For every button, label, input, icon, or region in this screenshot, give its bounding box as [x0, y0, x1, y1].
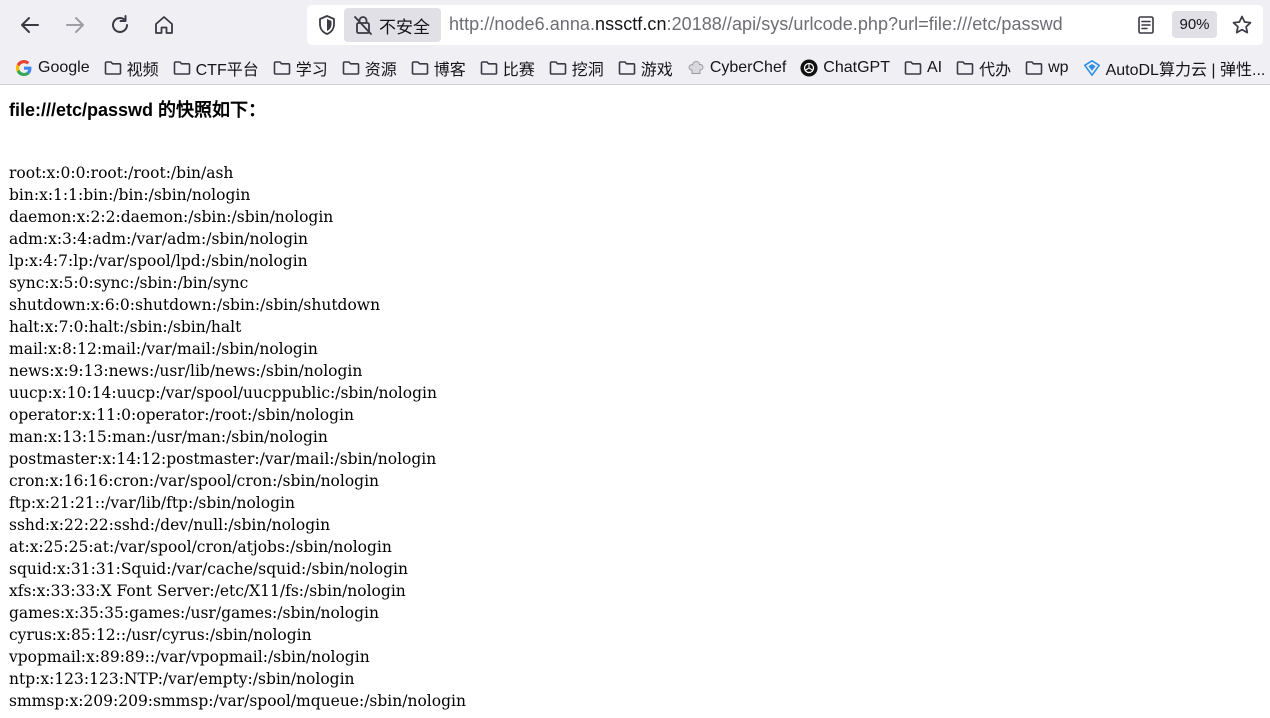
passwd-line: sync:x:5:0:sync:/sbin:/bin/sync [9, 274, 249, 292]
bookmark-label: 挖洞 [571, 61, 604, 79]
insecure-label: 不安全 [379, 17, 430, 37]
address-bar[interactable]: 不安全 http://node6.anna.nssctf.cn:20188//a… [307, 5, 1263, 45]
passwd-line: sshd:x:22:22:sshd:/dev/null:/sbin/nologi… [9, 516, 331, 534]
bookmark-item[interactable]: CyberChef [687, 55, 786, 81]
folder-icon [273, 59, 291, 77]
bookmark-item[interactable]: 资源 [342, 55, 397, 81]
folder-icon [104, 59, 122, 77]
folder-icon [904, 59, 922, 77]
connection-insecure-badge[interactable]: 不安全 [344, 8, 441, 42]
bookmark-label: 博客 [433, 61, 466, 79]
folder-icon [480, 59, 498, 77]
home-button[interactable] [146, 7, 182, 43]
folder-icon [956, 59, 974, 77]
bookmark-item[interactable]: AI [904, 55, 942, 81]
bookmark-label: Google [38, 58, 90, 76]
url-prefix: http://node6.anna. [449, 14, 596, 34]
url-host: nssctf.cn [595, 14, 667, 34]
folder-icon [549, 59, 567, 77]
insecure-lock-icon [354, 16, 372, 35]
bookmark-item[interactable]: Google [15, 55, 90, 81]
passwd-line: halt:x:7:0:halt:/sbin:/sbin/halt [9, 318, 242, 336]
passwd-line: cron:x:16:16:cron:/var/spool/cron:/sbin/… [9, 472, 380, 490]
passwd-line: man:x:13:15:man:/usr/man:/sbin/nologin [9, 428, 328, 446]
folder-icon [618, 59, 636, 77]
bookmark-item[interactable]: 学习 [273, 55, 328, 81]
reader-view-button[interactable] [1134, 13, 1158, 37]
bookmark-item[interactable]: CTF平台 [173, 55, 259, 81]
folder-icon [1025, 59, 1043, 77]
passwd-line: news:x:9:13:news:/usr/lib/news:/sbin/nol… [9, 362, 363, 380]
arrow-right-icon [66, 17, 84, 33]
passwd-line: daemon:x:2:2:daemon:/sbin:/sbin/nologin [9, 208, 334, 226]
url-text[interactable]: http://node6.anna.nssctf.cn:20188//api/s… [449, 14, 1063, 35]
bookmark-label: 比赛 [502, 61, 535, 79]
back-button[interactable] [12, 7, 48, 43]
page-content: file:///etc/passwd 的快照如下： root:x:0:0:roo… [0, 86, 1270, 718]
autodl-icon [1083, 59, 1101, 77]
folder-icon [342, 59, 360, 77]
home-icon [155, 16, 173, 34]
bookmark-item[interactable]: 博客 [411, 55, 466, 81]
passwd-line: ftp:x:21:21::/var/lib/ftp:/sbin/nologin [9, 494, 295, 512]
bookmark-item[interactable]: AutoDL算力云 | 弹性... [1083, 55, 1266, 81]
passwd-line: operator:x:11:0:operator:/root:/sbin/nol… [9, 406, 355, 424]
bookmarks-toolbar: Google 视频 CTF平台 学习 资源 博客 比赛 挖洞 游戏 CyberChef ChatGP… [0, 51, 1270, 85]
bookmark-item[interactable]: ChatGPT [800, 55, 890, 81]
passwd-line: squid:x:31:31:Squid:/var/cache/squid:/sb… [9, 560, 408, 578]
bookmark-item[interactable]: 代办 [956, 55, 1011, 81]
browser-toolbar: 不安全 http://node6.anna.nssctf.cn:20188//a… [0, 0, 1270, 51]
bookmark-label: 游戏 [640, 61, 673, 79]
passwd-listing: root:x:0:0:root:/root:/bin/ash bin:x:1:1:… [9, 162, 466, 712]
bookmark-label: AI [926, 58, 943, 76]
bookmark-label: 资源 [364, 61, 397, 79]
bookmark-item[interactable]: 视频 [104, 55, 159, 81]
zoom-level-button[interactable]: 90% [1172, 11, 1217, 38]
tracking-protection-button[interactable] [315, 13, 339, 37]
passwd-line: shutdown:x:6:0:shutdown:/sbin:/sbin/shut… [9, 296, 381, 314]
bookmark-label: AutoDL算力云 | 弹性... [1105, 61, 1266, 79]
passwd-line: adm:x:3:4:adm:/var/adm:/sbin/nologin [9, 230, 308, 248]
passwd-line: at:x:25:25:at:/var/spool/cron/atjobs:/sb… [9, 538, 392, 556]
bookmark-label: 代办 [979, 61, 1012, 79]
bookmark-item[interactable]: 挖洞 [549, 55, 604, 81]
passwd-line: uucp:x:10:14:uucp:/var/spool/uucppublic:… [9, 384, 437, 402]
bookmark-label: wp [1048, 58, 1069, 76]
bookmark-item[interactable]: 比赛 [480, 55, 535, 81]
folder-icon [173, 59, 191, 77]
bookmark-label: 视频 [126, 61, 159, 79]
passwd-line: postmaster:x:14:12:postmaster:/var/mail:… [9, 450, 437, 468]
bookmark-item[interactable]: 游戏 [618, 55, 673, 81]
bookmark-label: 学习 [295, 61, 328, 79]
passwd-line: mail:x:8:12:mail:/var/mail:/sbin/nologin [9, 340, 318, 358]
bookmark-label: CTF平台 [195, 61, 259, 79]
passwd-line: root:x:0:0:root:/root:/bin/ash [9, 164, 234, 182]
passwd-line: smmsp:x:209:209:smmsp:/var/spool/mqueue:… [9, 692, 466, 710]
bookmark-star-button[interactable] [1229, 12, 1255, 38]
bookmark-item[interactable]: wp [1025, 55, 1069, 81]
arrow-left-icon [21, 17, 39, 33]
google-icon [15, 59, 33, 77]
passwd-line: ntp:x:123:123:NTP:/var/empty:/sbin/nolog… [9, 670, 355, 688]
openai-icon [800, 58, 818, 77]
reader-view-icon [1138, 16, 1154, 34]
folder-icon [411, 59, 429, 77]
passwd-line: bin:x:1:1:bin:/bin:/sbin/nologin [9, 186, 251, 204]
shield-icon [319, 15, 335, 35]
passwd-line: xfs:x:33:33:X Font Server:/etc/X11/fs:/s… [9, 582, 406, 600]
passwd-line: games:x:35:35:games:/usr/games:/sbin/nol… [9, 604, 380, 622]
bookmark-label: ChatGPT [823, 58, 890, 76]
chef-hat-icon [687, 59, 705, 77]
reload-button[interactable] [102, 7, 138, 43]
forward-button[interactable] [57, 7, 93, 43]
passwd-line: cyrus:x:85:12::/usr/cyrus:/sbin/nologin [9, 626, 312, 644]
passwd-line: vpopmail:x:89:89::/var/vpopmail:/sbin/no… [9, 648, 370, 666]
passwd-line: lp:x:4:7:lp:/var/spool/lpd:/sbin/nologin [9, 252, 308, 270]
page-title: file:///etc/passwd 的快照如下： [9, 100, 267, 120]
reload-icon [112, 15, 128, 33]
url-suffix: :20188//api/sys/urlcode.php?url=file:///… [666, 14, 1063, 34]
bookmark-label: CyberChef [709, 58, 787, 76]
star-icon [1232, 15, 1252, 34]
